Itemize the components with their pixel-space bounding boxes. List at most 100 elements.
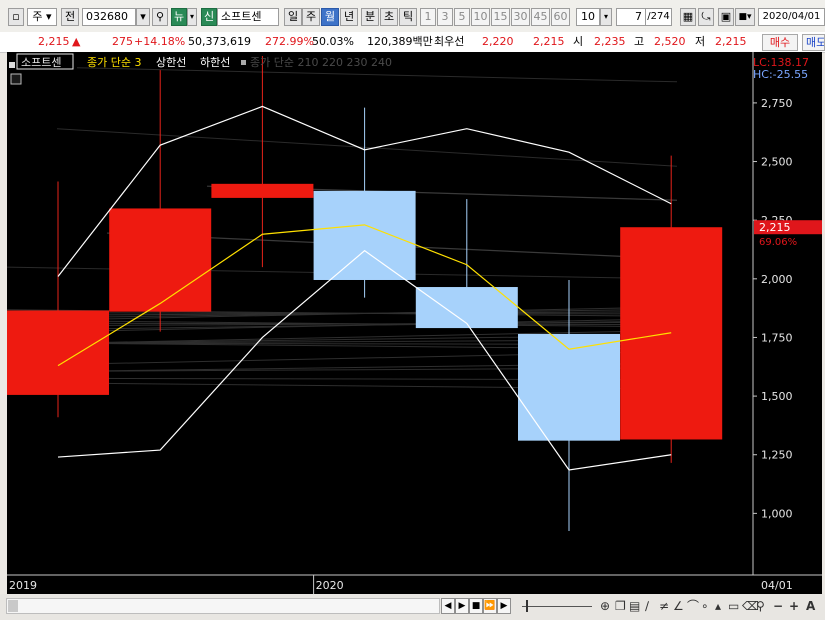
settings-dropdown-icon[interactable]: ■▾: [735, 8, 755, 26]
zoom-in-icon[interactable]: +: [789, 598, 799, 614]
legend-stock-name: 소프트센: [21, 56, 61, 69]
zoom-search-icon[interactable]: ⚲: [756, 598, 765, 614]
price-change: 275: [112, 35, 133, 48]
zoom-out-icon[interactable]: −: [773, 598, 783, 614]
interval-dropdown-button[interactable]: ▾: [600, 8, 612, 26]
font-size-icon[interactable]: A: [806, 598, 815, 614]
interval-button[interactable]: 5: [454, 8, 470, 26]
sell-button-label: 매도: [806, 36, 825, 49]
price-change-pct: +14.18%: [134, 35, 186, 48]
interval-button[interactable]: 10: [471, 8, 490, 26]
current-price: 2,215: [38, 35, 70, 48]
interval-button[interactable]: 45: [531, 8, 550, 26]
stock-code-input[interactable]: 032680: [82, 8, 136, 26]
crosshair-icon[interactable]: ⊕: [600, 598, 610, 614]
news-badge[interactable]: 뉴: [171, 8, 187, 26]
up-arrow-icon: ▲: [72, 35, 81, 48]
interval-input[interactable]: 10: [576, 8, 600, 26]
trend-line-icon[interactable]: ∕: [645, 598, 649, 614]
legend-ma-label[interactable]: 종가 단순 3: [87, 56, 141, 69]
play-button[interactable]: ▶: [455, 598, 469, 614]
scroll-right-button[interactable]: ▶: [497, 598, 511, 614]
legend-upper-label[interactable]: 상한선: [156, 56, 186, 69]
scroll-start-button[interactable]: ◀: [441, 598, 455, 614]
interval-button[interactable]: 15: [491, 8, 510, 26]
candle-body: [518, 333, 620, 441]
sell-button[interactable]: 매도: [802, 34, 825, 51]
low-price: 2,215: [715, 35, 747, 48]
scrollbar-thumb[interactable]: [8, 600, 18, 612]
interval-button[interactable]: 30: [511, 8, 530, 26]
zoom-slider-handle[interactable]: [526, 600, 528, 612]
save-icon[interactable]: ▣: [718, 8, 734, 26]
candle-body: [7, 310, 109, 395]
toolbar: ▫ 주 ▾ 전 032680 ▾ ⚲ 뉴 ▾ 신 소프트센 일주월년분초틱 13…: [0, 0, 825, 33]
draw-line-icon[interactable]: ⤿: [698, 8, 714, 26]
x-axis: 2019 2020 04/01: [7, 575, 822, 594]
y-tick-label: 2,500: [761, 156, 793, 169]
horizontal-scrollbar[interactable]: [6, 598, 440, 614]
high-price: 2,520: [654, 35, 686, 48]
x-label: 2019: [9, 579, 37, 592]
legend-lower-label[interactable]: 하한선: [200, 55, 230, 69]
date-input[interactable]: 2020/04/01: [758, 8, 825, 26]
stop-button[interactable]: ■: [469, 598, 483, 614]
legend-extra-label[interactable]: 종가 단순 210 220 230 240: [250, 56, 392, 69]
x-label: 04/01: [761, 579, 793, 592]
arc-icon[interactable]: ⌒: [687, 598, 699, 614]
y-tick-label: 1,500: [761, 390, 793, 403]
bottom-bar: ◀ ▶ ■ ⏩ ▶ ⊕ ❐ ▤ ∕ ≠ ∠ ⌒ ∘ ▴ ▭ ⌫ ⚲ − + A: [0, 594, 825, 620]
y-tick-label: 2,750: [761, 97, 793, 110]
angle-icon[interactable]: ∠: [673, 598, 684, 614]
chart-type-icon[interactable]: ▤: [629, 598, 640, 614]
period-select-label: 주: [32, 10, 43, 23]
text-tool-icon[interactable]: ∘: [701, 598, 709, 614]
scroll-end-button[interactable]: ⏩: [483, 598, 497, 614]
news-dropdown-button[interactable]: ▾: [187, 8, 197, 26]
fibonacci-icon[interactable]: ≠: [659, 598, 669, 614]
zoom-slider[interactable]: [522, 600, 592, 612]
price-chart[interactable]: 1,0001,2501,5001,7502,0002,2502,5002,750…: [7, 52, 822, 594]
period-tab[interactable]: 분: [361, 8, 379, 26]
period-tab[interactable]: 주: [302, 8, 320, 26]
period-tab[interactable]: 년: [340, 8, 358, 26]
legend-extra-bullet-icon: [241, 60, 246, 65]
search-icon[interactable]: ⚲: [152, 8, 168, 26]
x-axis-bg: [7, 576, 822, 594]
code-dropdown-button[interactable]: ▾: [136, 8, 150, 26]
interval-button[interactable]: 3: [437, 8, 453, 26]
legend-table-icon[interactable]: [10, 73, 22, 85]
copy-icon[interactable]: ❐: [615, 598, 626, 614]
chart-area[interactable]: 1,0001,2501,5001,7502,0002,2502,5002,750…: [7, 52, 822, 594]
chart-menu-icon[interactable]: ▫: [8, 8, 24, 26]
interval-button[interactable]: 1: [420, 8, 436, 26]
period-select[interactable]: 주 ▾: [27, 8, 57, 26]
volume: 50,373,619: [188, 35, 251, 48]
candle-body: [313, 190, 416, 280]
rectangle-tool-icon[interactable]: ▭: [728, 598, 739, 614]
candle-body: [415, 287, 518, 329]
legend-bullet-icon: [9, 62, 15, 68]
x-label: 2020: [316, 579, 344, 592]
high-label: 고: [634, 35, 645, 48]
interval-button[interactable]: 60: [551, 8, 570, 26]
buy-button[interactable]: 매수: [762, 34, 798, 51]
period-tab[interactable]: 일: [284, 8, 302, 26]
candle-body: [109, 208, 212, 312]
low-label: 저: [695, 35, 706, 48]
period-tab[interactable]: 초: [380, 8, 398, 26]
y-tick-label: 1,250: [761, 449, 793, 462]
prev-button[interactable]: 전: [61, 8, 79, 26]
y-tick-label: 1,750: [761, 331, 793, 344]
measure-icon[interactable]: ▴: [715, 598, 721, 614]
period-tab[interactable]: 틱: [399, 8, 417, 26]
period-tab[interactable]: 월: [321, 8, 339, 26]
grid-icon[interactable]: ▦: [680, 8, 696, 26]
credit-badge: 신: [201, 8, 217, 26]
stock-name-field[interactable]: 소프트센: [217, 8, 279, 26]
quote-bar: 2,215 ▲ 275 +14.18% 50,373,619 272.99% 5…: [0, 32, 825, 53]
price-marker-pct: 69.06%: [759, 237, 797, 248]
page-position-input[interactable]: 7: [616, 8, 646, 26]
best-price-label: 최우선: [434, 35, 465, 48]
best-bid-price: 2,215: [533, 35, 565, 48]
